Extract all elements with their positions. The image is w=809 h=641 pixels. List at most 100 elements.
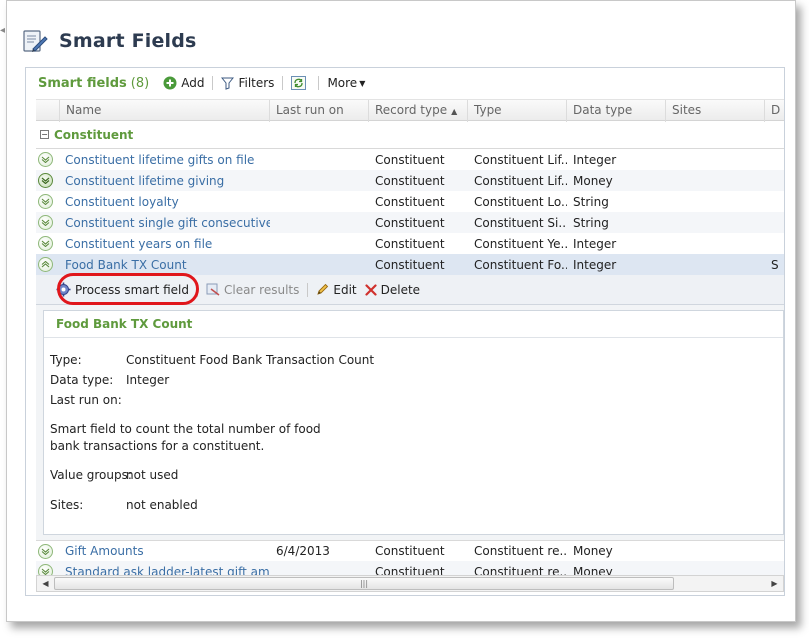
row-name-link[interactable]: Constituent years on file xyxy=(60,237,270,251)
scroll-left-icon[interactable]: ◀ xyxy=(37,576,54,591)
more-button-label: More xyxy=(327,76,358,90)
row-type: Constituent Lif... xyxy=(474,152,567,167)
detail-last-run-label: Last run on: xyxy=(50,393,122,407)
detail-type-value: Constituent Food Bank Transaction Count xyxy=(126,353,375,367)
page-title: Smart Fields xyxy=(59,30,197,52)
header-record-type-label: Record type xyxy=(375,103,448,117)
header-expand-col xyxy=(36,100,60,122)
row-expand-cell xyxy=(36,194,60,209)
table-row[interactable]: Constituent lifetime gifts on file Const… xyxy=(36,149,784,170)
delete-button[interactable]: Delete xyxy=(365,283,420,297)
header-extra[interactable]: D xyxy=(765,100,784,122)
expand-row-icon[interactable] xyxy=(38,543,53,559)
smart-fields-panel: Smart fields (8) Add Filters More ▼ Name… xyxy=(25,67,785,596)
scroll-right-icon[interactable]: ▶ xyxy=(766,576,783,591)
row-data-type: Money xyxy=(573,544,613,558)
add-icon xyxy=(163,76,177,90)
table-row-selected[interactable]: Food Bank TX Count Constituent Constitue… xyxy=(36,254,784,275)
delete-label: Delete xyxy=(380,282,421,297)
row-expand-cell xyxy=(36,152,60,167)
row-name-link[interactable]: Constituent lifetime giving xyxy=(60,174,270,188)
grid-body: − Constituent Constituent lifetime gifts… xyxy=(36,121,784,582)
row-name-link[interactable]: Constituent lifetime gifts on file xyxy=(60,153,270,167)
smart-fields-window: ◂ Smart Fields Smart fields (8) Add Filt… xyxy=(0,0,796,622)
detail-value-groups-label: Value groups: xyxy=(50,468,132,482)
row-record-type: Constituent xyxy=(375,215,445,230)
row-expand-cell xyxy=(36,543,60,559)
row-data-type: Money xyxy=(573,173,613,188)
process-smart-field-button[interactable]: Process smart field xyxy=(56,282,189,297)
row-record-type: Constituent xyxy=(375,257,445,272)
header-type[interactable]: Type xyxy=(468,100,567,122)
row-expand-cell xyxy=(36,236,60,251)
table-row[interactable]: Constituent single gift consecutive ... … xyxy=(36,212,784,233)
header-data-type[interactable]: Data type xyxy=(567,100,666,122)
table-row[interactable]: Gift Amounts 6/4/2013 Constituent Consti… xyxy=(36,540,784,561)
row-record-type: Constituent xyxy=(375,194,445,209)
expand-row-icon[interactable] xyxy=(38,236,53,251)
collapse-group-icon[interactable]: − xyxy=(40,130,49,139)
row-action-bar: Process smart field Clear results Edit D… xyxy=(36,273,784,305)
row-name-link[interactable]: Constituent single gift consecutive ... xyxy=(60,216,270,230)
row-data-type: Integer xyxy=(573,257,617,272)
detail-sites-value: not enabled xyxy=(126,498,198,512)
expand-row-icon[interactable] xyxy=(38,173,53,188)
filter-funnel-icon xyxy=(221,77,235,90)
toolbar-divider xyxy=(212,76,214,90)
refresh-icon xyxy=(291,76,307,90)
row-record-type: Constituent xyxy=(375,152,445,167)
refresh-button[interactable] xyxy=(291,76,310,90)
caret-down-icon: ▼ xyxy=(359,78,366,88)
edit-label: Edit xyxy=(333,282,357,297)
action-divider xyxy=(307,282,309,297)
table-row[interactable]: Constituent lifetime giving Constituent … xyxy=(36,170,784,191)
toolbar-divider xyxy=(318,76,320,90)
row-name-link[interactable]: Constituent loyalty xyxy=(60,195,270,209)
table-row[interactable]: Constituent loyalty Constituent Constitu… xyxy=(36,191,784,212)
clear-results-button[interactable]: Clear results xyxy=(206,283,299,297)
scroll-thumb[interactable]: ||| xyxy=(54,577,674,590)
clear-results-icon xyxy=(206,283,220,296)
add-button[interactable]: Add xyxy=(163,76,204,90)
row-type: Constituent Ye... xyxy=(474,236,567,251)
row-last-run: 6/4/2013 xyxy=(276,544,330,558)
group-label: Constituent xyxy=(54,127,134,142)
header-sites[interactable]: Sites xyxy=(666,100,765,122)
filters-button-label: Filters xyxy=(238,76,275,90)
row-name-link[interactable]: Food Bank TX Count xyxy=(60,258,270,272)
detail-divider xyxy=(44,337,783,338)
row-extra: S xyxy=(771,257,779,272)
row-name-link[interactable]: Gift Amounts xyxy=(60,544,270,558)
add-button-label: Add xyxy=(181,76,205,90)
expand-row-icon[interactable] xyxy=(38,194,53,209)
collapse-handle-icon[interactable]: ◂ xyxy=(0,21,9,41)
edit-button[interactable]: Edit xyxy=(316,282,357,297)
row-record-type: Constituent xyxy=(375,173,445,188)
expand-row-icon[interactable] xyxy=(38,152,53,167)
detail-data-type-value: Integer xyxy=(126,373,170,387)
sort-ascending-icon: ▲ xyxy=(451,107,458,116)
row-data-type: Integer xyxy=(573,236,617,251)
header-name[interactable]: Name xyxy=(60,100,270,122)
filters-button[interactable]: Filters xyxy=(221,76,274,90)
collapse-row-icon[interactable] xyxy=(38,257,53,272)
row-data-type: String xyxy=(573,194,609,209)
pencil-icon xyxy=(316,283,329,296)
row-detail-panel: Food Bank TX Count Type: Constituent Foo… xyxy=(36,305,784,540)
horizontal-scrollbar[interactable]: ◀ ||| ▶ xyxy=(36,575,784,592)
group-row-constituent[interactable]: − Constituent xyxy=(36,121,784,149)
process-gear-icon xyxy=(56,282,71,297)
detail-card: Food Bank TX Count Type: Constituent Foo… xyxy=(43,310,784,535)
row-expand-cell xyxy=(36,173,60,188)
detail-data-type-label: Data type: xyxy=(50,373,114,387)
header-last-run[interactable]: Last run on xyxy=(270,100,369,122)
detail-value-groups-value: not used xyxy=(126,468,179,482)
table-row[interactable]: Constituent years on file Constituent Co… xyxy=(36,233,784,254)
scroll-grip-icon: ||| xyxy=(359,579,369,588)
grid-header: Name Last run on Record type ▲ Type Data … xyxy=(36,99,784,122)
smart-fields-page-icon xyxy=(21,27,49,55)
row-type: Constituent Si... xyxy=(474,215,567,230)
more-menu-button[interactable]: More ▼ xyxy=(327,76,365,90)
expand-row-icon[interactable] xyxy=(38,215,53,230)
header-record-type[interactable]: Record type ▲ xyxy=(369,100,468,122)
